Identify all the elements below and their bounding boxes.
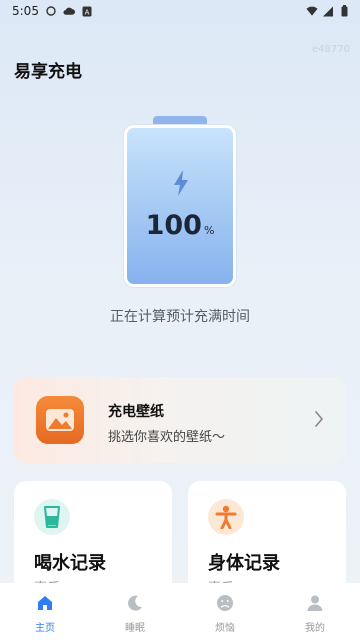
svg-text:A: A bbox=[85, 8, 90, 16]
nav-sleep-label: 睡眠 bbox=[125, 623, 145, 634]
app-title: 易享充电 bbox=[14, 62, 82, 82]
sync-icon bbox=[45, 5, 57, 17]
nav-worries-label: 烦恼 bbox=[215, 623, 235, 634]
profile-icon bbox=[305, 593, 325, 613]
nav-home[interactable]: 主页 bbox=[15, 593, 75, 634]
body-record-card[interactable]: 身体记录 喜乐 bbox=[188, 481, 346, 591]
nav-profile[interactable]: 我的 bbox=[285, 593, 345, 634]
nav-sleep[interactable]: 睡眠 bbox=[105, 593, 165, 634]
body-record-title: 身体记录 bbox=[208, 553, 280, 574]
battery-indicator: 100% bbox=[124, 116, 236, 288]
nav-home-label: 主页 bbox=[35, 623, 55, 634]
sad-face-icon bbox=[215, 593, 235, 613]
status-time: 5:05 bbox=[12, 4, 39, 18]
signal-icon bbox=[322, 5, 334, 17]
nav-worries[interactable]: 烦恼 bbox=[195, 593, 255, 634]
wallpaper-card-subtitle: 挑选你喜欢的壁纸～ bbox=[108, 430, 226, 445]
watermark-id: e48770 bbox=[312, 44, 350, 55]
battery-unit: % bbox=[203, 224, 215, 237]
status-right bbox=[306, 5, 350, 17]
wallpaper-card-title: 充电壁纸 bbox=[108, 404, 164, 420]
nav-profile-label: 我的 bbox=[305, 623, 325, 634]
wallpaper-image-icon bbox=[36, 396, 84, 444]
moon-icon bbox=[125, 593, 145, 613]
status-left: 5:05 A bbox=[12, 4, 93, 18]
water-record-title: 喝水记录 bbox=[34, 553, 106, 574]
battery-percentage: 100% bbox=[127, 210, 233, 241]
charging-wallpaper-card[interactable]: 充电壁纸 挑选你喜欢的壁纸～ bbox=[14, 377, 346, 463]
wifi-icon bbox=[306, 5, 318, 17]
battery-body: 100% bbox=[124, 125, 236, 287]
charging-status-text: 正在计算预计充满时间 bbox=[110, 309, 250, 325]
water-cup-icon bbox=[34, 499, 70, 535]
battery-value: 100 bbox=[145, 210, 202, 241]
body-icon bbox=[208, 499, 244, 535]
cloud-icon bbox=[63, 5, 75, 17]
water-record-card[interactable]: 喝水记录 喜乐 bbox=[14, 481, 172, 591]
chevron-right-icon bbox=[315, 411, 323, 427]
home-icon bbox=[35, 593, 55, 613]
status-bar: 5:05 A bbox=[0, 0, 360, 22]
battery-status-icon bbox=[338, 5, 350, 17]
lightning-icon bbox=[174, 170, 188, 196]
bottom-nav: 主页 睡眠 烦恼 我的 bbox=[0, 583, 360, 640]
notification-icon: A bbox=[81, 5, 93, 17]
